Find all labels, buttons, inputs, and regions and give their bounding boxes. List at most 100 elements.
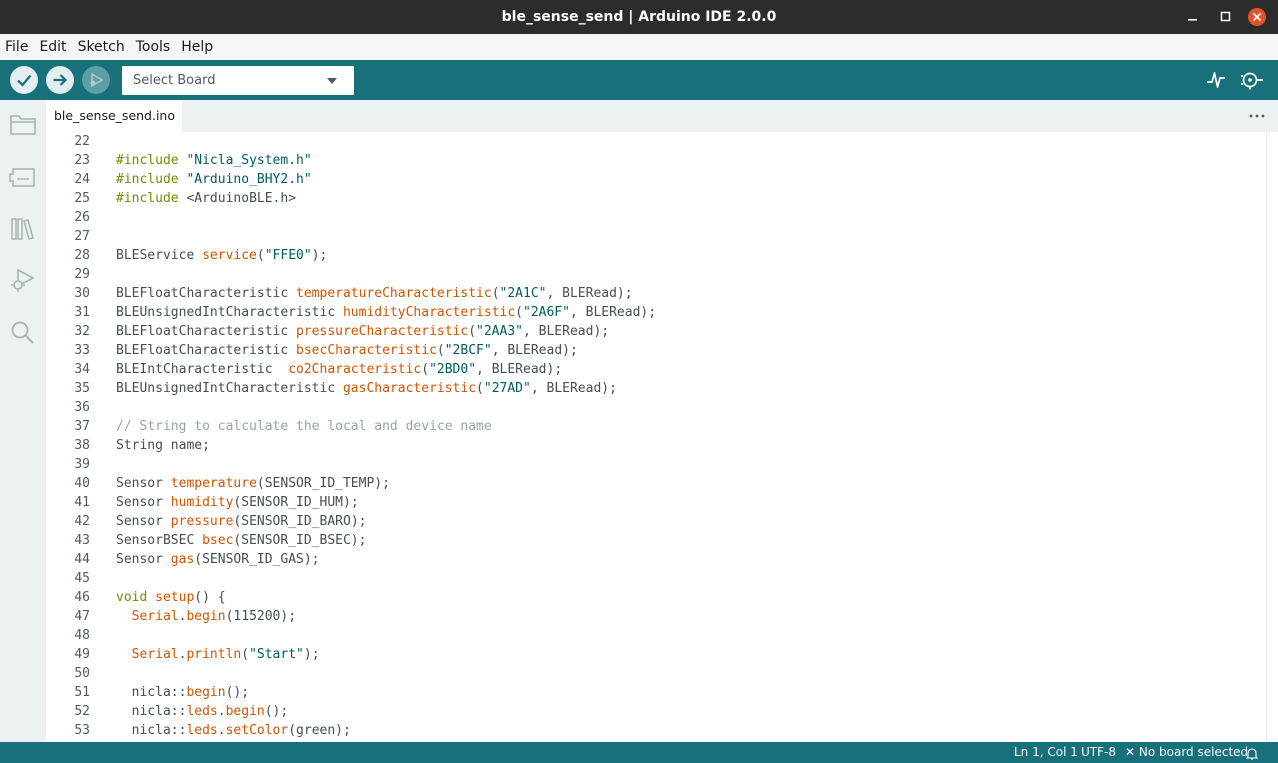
code-editor[interactable]: 22 23 #include "Nicla_System.h" 24 #include … [46, 132, 1266, 742]
code-token: , BLERead); [546, 286, 633, 301]
menu-edit[interactable]: Edit [34, 34, 72, 60]
library-manager-button[interactable] [9, 215, 37, 243]
tab-ble-sense-send[interactable]: ble_sense_send.ino [46, 100, 182, 132]
code-line[interactable]: 23 #include "Nicla_System.h" [46, 151, 1266, 170]
code-line[interactable]: 47 Serial.begin(115200); [46, 607, 1266, 626]
minimize-icon [1188, 19, 1197, 21]
file-encoding[interactable]: UTF-8 [1081, 742, 1116, 763]
code-line[interactable]: 27 [46, 227, 1266, 246]
code-line[interactable]: 48 [46, 626, 1266, 645]
line-number: 53 [74, 723, 90, 738]
code-token: (); [264, 704, 289, 719]
code-token: void [116, 590, 148, 605]
code-token: gasCharacteristic [342, 381, 477, 396]
line-number: 39 [74, 457, 90, 472]
code-token: setColor [225, 723, 289, 738]
code-token: begin [186, 609, 226, 624]
code-token: ); [303, 647, 320, 662]
code-token: "Arduino_BHY2.h" [186, 172, 312, 187]
code-line[interactable]: 50 [46, 664, 1266, 683]
code-text: Sensor gas(SENSOR_ID_GAS); [116, 550, 320, 569]
sketchbook-button[interactable] [9, 110, 37, 138]
serial-plotter-button[interactable] [1198, 60, 1234, 100]
code-line[interactable]: 49 Serial.println("Start"); [46, 645, 1266, 664]
editor-scrollbar[interactable] [1266, 132, 1278, 742]
code-line[interactable]: 45 [46, 569, 1266, 588]
minimize-button[interactable] [1176, 0, 1210, 34]
code-text: String name; [116, 436, 210, 455]
code-line[interactable]: 53 nicla::leds.setColor(green); [46, 721, 1266, 740]
boards-manager-button[interactable] [9, 163, 37, 191]
menu-help[interactable]: Help [176, 34, 219, 60]
debugger-button[interactable] [82, 66, 110, 94]
code-token: humidity [170, 495, 234, 510]
code-line[interactable]: 24 #include "Arduino_BHY2.h" [46, 170, 1266, 189]
code-token: ( [256, 248, 265, 263]
verify-button[interactable] [10, 66, 38, 94]
code-line[interactable]: 46 void setup() { [46, 588, 1266, 607]
menu-sketch[interactable]: Sketch [73, 34, 131, 60]
code-line[interactable]: 28 BLEService service("FFE0"); [46, 246, 1266, 265]
code-token: begin [186, 685, 226, 700]
close-icon [1248, 8, 1266, 26]
code-line[interactable]: 52 nicla::leds.begin(); [46, 702, 1266, 721]
code-line[interactable]: 30 BLEFloatCharacteristic temperatureChar… [46, 284, 1266, 303]
code-line[interactable]: 31 BLEUnsignedIntCharacteristic humidityC… [46, 303, 1266, 322]
code-line[interactable]: 32 BLEFloatCharacteristic pressureCharact… [46, 322, 1266, 341]
menu-bar: File Edit Sketch Tools Help [0, 34, 1278, 60]
line-number: 47 [74, 609, 90, 624]
upload-button[interactable] [46, 66, 74, 94]
debug-button[interactable] [9, 266, 37, 294]
menu-file[interactable]: File [0, 34, 34, 60]
code-line[interactable]: 36 [46, 398, 1266, 417]
code-token: nicla:: [116, 685, 187, 700]
code-line[interactable]: 41 Sensor humidity(SENSOR_ID_HUM); [46, 493, 1266, 512]
code-token: ( [468, 324, 477, 339]
code-token: temperature [170, 476, 257, 491]
code-line[interactable]: 42 Sensor pressure(SENSOR_ID_BARO); [46, 512, 1266, 531]
code-token: . [217, 723, 226, 738]
code-token: gas [170, 552, 195, 567]
board-status[interactable]: ✕ No board selected [1125, 742, 1248, 763]
more-actions-button[interactable] [1246, 106, 1268, 126]
code-line[interactable]: 38 String name; [46, 436, 1266, 455]
code-token: "2BD0" [429, 362, 477, 377]
search-button[interactable] [9, 318, 37, 346]
line-number: 24 [74, 172, 90, 187]
code-line[interactable]: 51 nicla::begin(); [46, 683, 1266, 702]
line-number: 25 [74, 191, 90, 206]
line-number: 35 [74, 381, 90, 396]
code-line[interactable]: 39 [46, 455, 1266, 474]
code-token: "2BCF" [444, 343, 492, 358]
line-number: 23 [74, 153, 90, 168]
maximize-button[interactable] [1209, 0, 1243, 34]
code-line[interactable]: 43 SensorBSEC bsec(SENSOR_ID_BSEC); [46, 531, 1266, 550]
code-line[interactable]: 22 [46, 132, 1266, 151]
code-line[interactable]: 26 [46, 208, 1266, 227]
code-text: Sensor pressure(SENSOR_ID_BARO); [116, 512, 366, 531]
code-text: Serial.println("Start"); [116, 645, 320, 664]
code-token: , BLERead); [523, 324, 610, 339]
code-token: "2A1C" [499, 286, 547, 301]
code-line[interactable]: 34 BLEIntCharacteristic co2Characteristic… [46, 360, 1266, 379]
close-button[interactable] [1240, 0, 1274, 34]
code-line[interactable]: 29 [46, 265, 1266, 284]
board-selector[interactable]: Select Board [122, 66, 354, 95]
serial-monitor-button[interactable] [1234, 60, 1270, 100]
line-number: 37 [74, 419, 90, 434]
code-token: bsec [202, 533, 234, 548]
code-line[interactable]: 25 #include <ArduinoBLE.h> [46, 189, 1266, 208]
line-number: 29 [74, 267, 90, 282]
code-line[interactable]: 40 Sensor temperature(SENSOR_ID_TEMP); [46, 474, 1266, 493]
code-line[interactable]: 35 BLEUnsignedIntCharacteristic gasCharac… [46, 379, 1266, 398]
menu-tools[interactable]: Tools [131, 34, 177, 60]
code-token: "27AD" [483, 381, 531, 396]
cursor-position[interactable]: Ln 1, Col 1 [1014, 742, 1078, 763]
code-token: ( [436, 343, 445, 358]
code-token: (); [225, 685, 250, 700]
code-line[interactable]: 33 BLEFloatCharacteristic bsecCharacteris… [46, 341, 1266, 360]
code-line[interactable]: 37 // String to calculate the local and d… [46, 417, 1266, 436]
notifications-button[interactable] [1245, 746, 1259, 763]
code-line[interactable]: 44 Sensor gas(SENSOR_ID_GAS); [46, 550, 1266, 569]
code-token: (SENSOR_ID_HUM); [233, 495, 359, 510]
